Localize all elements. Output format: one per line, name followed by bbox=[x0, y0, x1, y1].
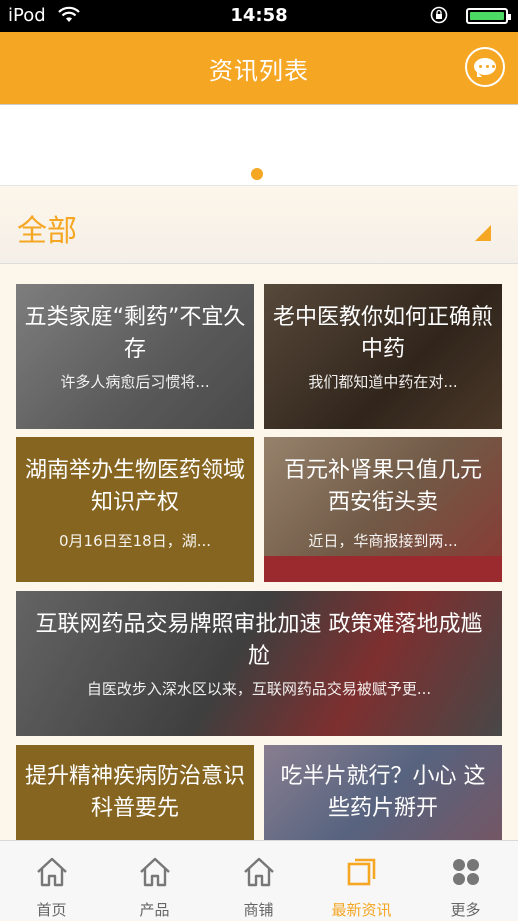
article-title: 互联网药品交易牌照审批加速 政策难落地成尴尬 bbox=[35, 612, 483, 669]
tab-more[interactable]: 更多 bbox=[414, 841, 517, 921]
tab-label: 最新资讯 bbox=[331, 901, 392, 919]
article-title: 提升精神疾病防治意识 科普要先 bbox=[24, 764, 245, 821]
article-card[interactable]: 老中医教你如何正确煎中药 我们都知道中药在对... bbox=[264, 284, 502, 429]
tab-label: 首页 bbox=[36, 901, 67, 919]
article-card[interactable]: 五类家庭“剩药”不宜久存 许多人病愈后习惯将... bbox=[16, 284, 254, 429]
article-summary: 许多人病愈后习惯将... bbox=[60, 373, 210, 391]
article-title: 吃半片就行？小心 这些药片掰开 bbox=[280, 764, 486, 821]
article-summary: 0月16日至18日，湖... bbox=[58, 532, 212, 550]
tab-label: 更多 bbox=[450, 901, 481, 919]
article-title: 湖南举办生物医药领域知识产权 bbox=[24, 458, 245, 515]
category-filter[interactable]: 全部 bbox=[0, 186, 518, 264]
tab-label: 产品 bbox=[139, 901, 170, 919]
tab-home[interactable]: 首页 bbox=[0, 841, 103, 921]
article-summary: 自医改步入深水区以来，互联网药品交易被赋予更... bbox=[86, 680, 432, 698]
bottom-tab-bar: 首页 产品 商铺 最新资讯 更多 bbox=[0, 840, 518, 920]
carousel-indicator bbox=[251, 168, 263, 180]
status-bar: iPod 14:58 bbox=[0, 0, 518, 32]
home-icon bbox=[37, 857, 67, 887]
article-card[interactable]: 湖南举办生物医药领域知识产权 0月16日至18日，湖... bbox=[16, 437, 254, 582]
article-summary: 近日，华商报接到两... bbox=[308, 532, 458, 550]
article-card[interactable]: 互联网药品交易牌照审批加速 政策难落地成尴尬 自医改步入深水区以来，互联网药品交… bbox=[16, 591, 502, 736]
article-card[interactable]: 百元补肾果只值几元 西安街头卖 近日，华商报接到两... bbox=[264, 437, 502, 582]
dropdown-triangle-icon[interactable] bbox=[474, 224, 492, 242]
tab-label: 商铺 bbox=[243, 901, 274, 919]
news-icon bbox=[347, 858, 376, 886]
article-summary: 我们都知道中药在对... bbox=[308, 373, 458, 391]
home-icon bbox=[244, 857, 274, 887]
article-title: 五类家庭“剩药”不宜久存 bbox=[24, 305, 246, 362]
article-title: 老中医教你如何正确煎中药 bbox=[272, 305, 493, 362]
page-title: 资讯列表 bbox=[209, 57, 309, 85]
chat-bubble-icon[interactable] bbox=[465, 47, 505, 87]
tab-shops[interactable]: 商铺 bbox=[207, 841, 310, 921]
article-title: 百元补肾果只值几元 西安街头卖 bbox=[283, 458, 482, 515]
banner-carousel[interactable] bbox=[0, 104, 518, 186]
battery-icon bbox=[466, 8, 511, 24]
rotation-lock-icon bbox=[430, 6, 448, 24]
category-label: 全部 bbox=[17, 214, 77, 249]
article-card[interactable]: 提升精神疾病防治意识 科普要先 bbox=[16, 745, 254, 845]
grid-icon bbox=[453, 859, 479, 885]
app-header: 资讯列表 bbox=[0, 32, 518, 104]
home-icon bbox=[140, 857, 170, 887]
article-card[interactable]: 吃半片就行？小心 这些药片掰开 bbox=[264, 745, 502, 845]
tab-news[interactable]: 最新资讯 bbox=[310, 841, 413, 921]
tab-products[interactable]: 产品 bbox=[103, 841, 206, 921]
